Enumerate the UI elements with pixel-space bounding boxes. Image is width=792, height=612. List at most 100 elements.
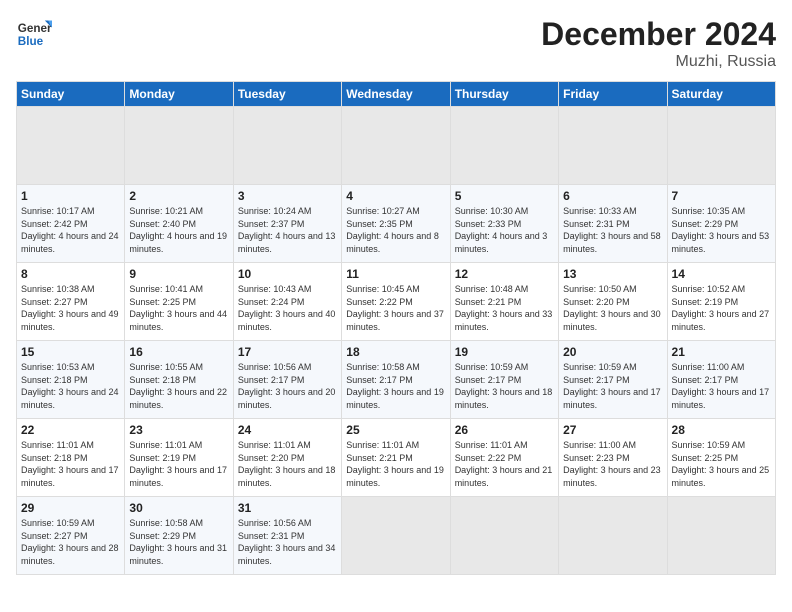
logo-icon: General Blue <box>16 16 52 52</box>
calendar-week-row: 8 Sunrise: 10:38 AMSunset: 2:27 PMDayligh… <box>17 263 776 341</box>
day-number: 13 <box>563 267 662 281</box>
day-info: Sunrise: 10:59 AMSunset: 2:27 PMDaylight… <box>21 517 120 567</box>
day-info: Sunrise: 10:30 AMSunset: 2:33 PMDaylight… <box>455 205 554 255</box>
logo: General Blue <box>16 16 52 52</box>
day-number: 27 <box>563 423 662 437</box>
day-number: 15 <box>21 345 120 359</box>
page-subtitle: Muzhi, Russia <box>541 53 776 71</box>
day-info: Sunrise: 10:35 AMSunset: 2:29 PMDaylight… <box>672 205 771 255</box>
calendar-day-cell: 20 Sunrise: 10:59 AMSunset: 2:17 PMDaylig… <box>559 341 667 419</box>
calendar-day-cell <box>667 497 775 575</box>
day-info: Sunrise: 10:59 AMSunset: 2:17 PMDaylight… <box>455 361 554 411</box>
calendar-day-cell: 21Sunrise: 11:00 AMSunset: 2:17 PMDaylig… <box>667 341 775 419</box>
day-number: 25 <box>346 423 445 437</box>
day-info: Sunrise: 10:52 AMSunset: 2:19 PMDaylight… <box>672 283 771 333</box>
calendar-day-cell <box>233 107 341 185</box>
day-info: Sunrise: 10:27 AMSunset: 2:35 PMDaylight… <box>346 205 445 255</box>
calendar-day-cell <box>559 107 667 185</box>
day-info: Sunrise: 10:43 AMSunset: 2:24 PMDaylight… <box>238 283 337 333</box>
calendar-day-cell: 3Sunrise: 10:24 AMSunset: 2:37 PMDayligh… <box>233 185 341 263</box>
day-info: Sunrise: 10:41 AMSunset: 2:25 PMDaylight… <box>129 283 228 333</box>
day-number: 29 <box>21 501 120 515</box>
calendar-day-cell: 29 Sunrise: 10:59 AMSunset: 2:27 PMDaylig… <box>17 497 125 575</box>
calendar-day-cell: 18 Sunrise: 10:58 AMSunset: 2:17 PMDaylig… <box>342 341 450 419</box>
day-number: 17 <box>238 345 337 359</box>
header: General Blue December 2024 Muzhi, Russia <box>16 16 776 71</box>
day-number: 2 <box>129 189 228 203</box>
day-number: 8 <box>21 267 120 281</box>
day-number: 4 <box>346 189 445 203</box>
day-info: Sunrise: 10:38 AMSunset: 2:27 PMDaylight… <box>21 283 120 333</box>
day-number: 14 <box>672 267 771 281</box>
calendar-day-cell: 27 Sunrise: 11:00 AMSunset: 2:23 PMDaylig… <box>559 419 667 497</box>
day-info: Sunrise: 11:01 AMSunset: 2:21 PMDaylight… <box>346 439 445 489</box>
calendar-day-cell: 1Sunrise: 10:17 AMSunset: 2:42 PMDayligh… <box>17 185 125 263</box>
calendar-day-cell: 5 Sunrise: 10:30 AMSunset: 2:33 PMDayligh… <box>450 185 558 263</box>
calendar-day-cell: 30 Sunrise: 10:58 AMSunset: 2:29 PMDaylig… <box>125 497 233 575</box>
page-title: December 2024 <box>541 16 776 53</box>
day-info: Sunrise: 10:21 AMSunset: 2:40 PMDaylight… <box>129 205 228 255</box>
day-info: Sunrise: 10:17 AMSunset: 2:42 PMDaylight… <box>21 205 120 255</box>
calendar-day-cell: 19Sunrise: 10:59 AMSunset: 2:17 PMDaylig… <box>450 341 558 419</box>
day-number: 16 <box>129 345 228 359</box>
day-number: 7 <box>672 189 771 203</box>
calendar-day-header: Thursday <box>450 82 558 107</box>
calendar-day-cell: 17 Sunrise: 10:56 AMSunset: 2:17 PMDaylig… <box>233 341 341 419</box>
day-info: Sunrise: 11:01 AMSunset: 2:19 PMDaylight… <box>129 439 228 489</box>
day-number: 28 <box>672 423 771 437</box>
day-info: Sunrise: 11:01 AMSunset: 2:22 PMDaylight… <box>455 439 554 489</box>
calendar-day-cell <box>559 497 667 575</box>
day-number: 18 <box>346 345 445 359</box>
day-info: Sunrise: 11:00 AMSunset: 2:23 PMDaylight… <box>563 439 662 489</box>
calendar-day-header: Friday <box>559 82 667 107</box>
day-info: Sunrise: 11:00 AMSunset: 2:17 PMDaylight… <box>672 361 771 411</box>
day-info: Sunrise: 10:53 AMSunset: 2:18 PMDaylight… <box>21 361 120 411</box>
calendar-day-cell: 28 Sunrise: 10:59 AMSunset: 2:25 PMDaylig… <box>667 419 775 497</box>
calendar-day-cell <box>342 497 450 575</box>
calendar-day-cell: 15 Sunrise: 10:53 AMSunset: 2:18 PMDaylig… <box>17 341 125 419</box>
day-info: Sunrise: 10:50 AMSunset: 2:20 PMDaylight… <box>563 283 662 333</box>
calendar-day-cell <box>450 497 558 575</box>
day-number: 24 <box>238 423 337 437</box>
calendar-day-cell: 10 Sunrise: 10:43 AMSunset: 2:24 PMDaylig… <box>233 263 341 341</box>
calendar-day-cell: 25 Sunrise: 11:01 AMSunset: 2:21 PMDaylig… <box>342 419 450 497</box>
calendar-week-row: 29 Sunrise: 10:59 AMSunset: 2:27 PMDaylig… <box>17 497 776 575</box>
day-number: 9 <box>129 267 228 281</box>
calendar-day-header: Tuesday <box>233 82 341 107</box>
calendar-day-cell: 4 Sunrise: 10:27 AMSunset: 2:35 PMDayligh… <box>342 185 450 263</box>
calendar-day-cell: 24Sunrise: 11:01 AMSunset: 2:20 PMDaylig… <box>233 419 341 497</box>
calendar-day-cell: 31Sunrise: 10:56 AMSunset: 2:31 PMDaylig… <box>233 497 341 575</box>
day-number: 23 <box>129 423 228 437</box>
calendar-header-row: SundayMondayTuesdayWednesdayThursdayFrid… <box>17 82 776 107</box>
day-number: 31 <box>238 501 337 515</box>
calendar-day-cell: 7 Sunrise: 10:35 AMSunset: 2:29 PMDayligh… <box>667 185 775 263</box>
day-info: Sunrise: 10:58 AMSunset: 2:29 PMDaylight… <box>129 517 228 567</box>
page: General Blue December 2024 Muzhi, Russia… <box>0 0 792 612</box>
day-number: 26 <box>455 423 554 437</box>
day-info: Sunrise: 10:45 AMSunset: 2:22 PMDaylight… <box>346 283 445 333</box>
calendar-day-header: Saturday <box>667 82 775 107</box>
day-number: 12 <box>455 267 554 281</box>
title-block: December 2024 Muzhi, Russia <box>541 16 776 71</box>
day-number: 5 <box>455 189 554 203</box>
day-number: 20 <box>563 345 662 359</box>
day-info: Sunrise: 10:56 AMSunset: 2:17 PMDaylight… <box>238 361 337 411</box>
day-info: Sunrise: 10:59 AMSunset: 2:25 PMDaylight… <box>672 439 771 489</box>
calendar-day-cell <box>17 107 125 185</box>
calendar-day-cell: 11Sunrise: 10:45 AMSunset: 2:22 PMDaylig… <box>342 263 450 341</box>
calendar-day-cell <box>667 107 775 185</box>
calendar-week-row <box>17 107 776 185</box>
day-info: Sunrise: 10:48 AMSunset: 2:21 PMDaylight… <box>455 283 554 333</box>
day-number: 10 <box>238 267 337 281</box>
calendar-day-cell: 22Sunrise: 11:01 AMSunset: 2:18 PMDaylig… <box>17 419 125 497</box>
day-info: Sunrise: 10:55 AMSunset: 2:18 PMDaylight… <box>129 361 228 411</box>
calendar-table: SundayMondayTuesdayWednesdayThursdayFrid… <box>16 81 776 575</box>
calendar-day-cell: 26 Sunrise: 11:01 AMSunset: 2:22 PMDaylig… <box>450 419 558 497</box>
day-info: Sunrise: 10:59 AMSunset: 2:17 PMDaylight… <box>563 361 662 411</box>
calendar-day-cell: 14 Sunrise: 10:52 AMSunset: 2:19 PMDaylig… <box>667 263 775 341</box>
day-info: Sunrise: 11:01 AMSunset: 2:18 PMDaylight… <box>21 439 120 489</box>
day-number: 30 <box>129 501 228 515</box>
calendar-day-cell <box>125 107 233 185</box>
calendar-week-row: 15 Sunrise: 10:53 AMSunset: 2:18 PMDaylig… <box>17 341 776 419</box>
day-info: Sunrise: 10:58 AMSunset: 2:17 PMDaylight… <box>346 361 445 411</box>
